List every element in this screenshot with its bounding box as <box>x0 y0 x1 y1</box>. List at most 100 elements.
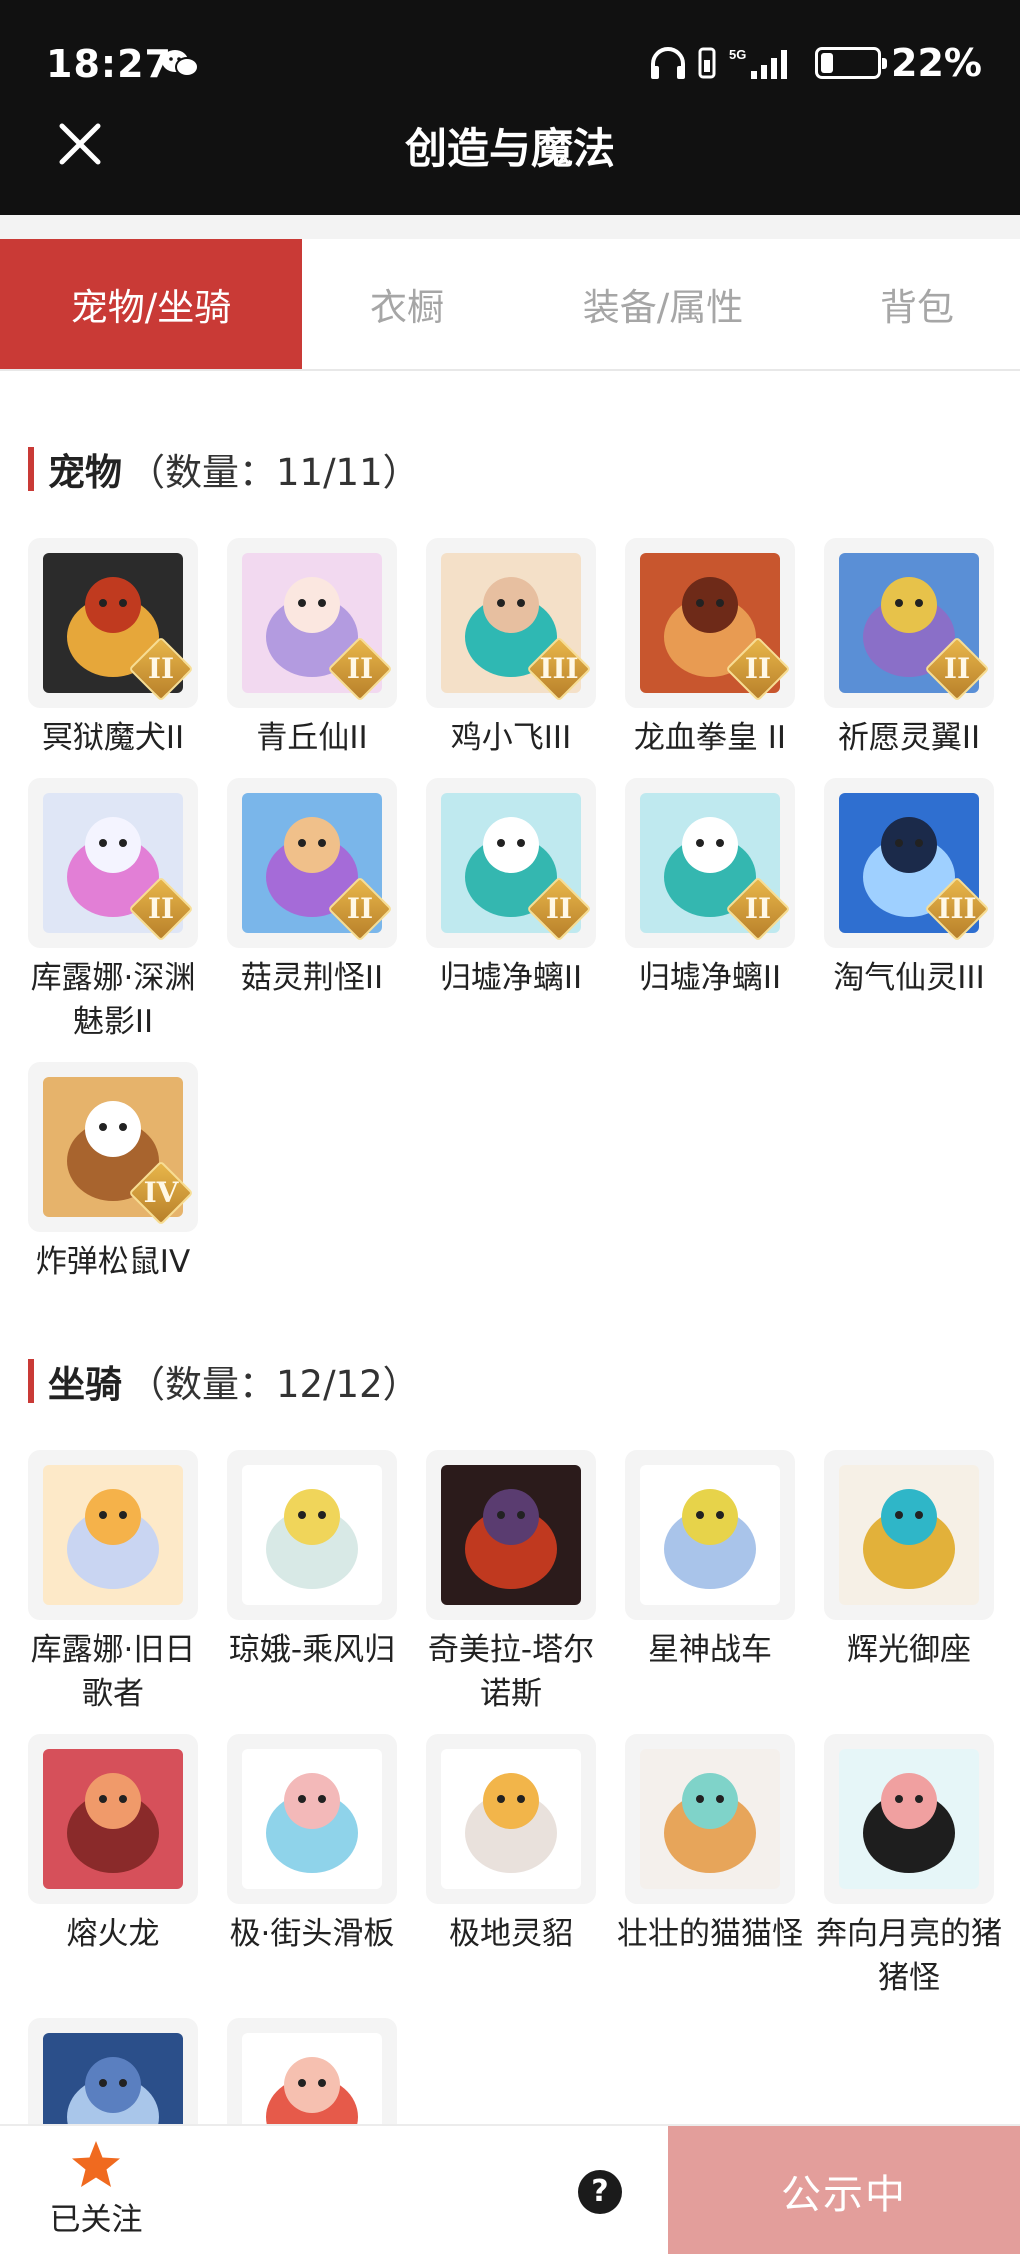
battery-icon <box>815 47 888 79</box>
pets-item[interactable]: II 归墟净螭II <box>625 778 795 1044</box>
mounts-item[interactable]: 熔火龙 <box>28 1734 198 2000</box>
page-title: 创造与魔法 <box>404 124 615 173</box>
tier-badge-label: III <box>539 652 579 685</box>
pets-section-header: 宠物 （数量：11/11） <box>28 445 420 494</box>
pets-name: 菇灵荆怪II <box>240 960 384 996</box>
mounts-image <box>640 1465 780 1605</box>
pets-item[interactable]: II 冥狱魔犬II <box>28 538 198 760</box>
tab-bar: 宠物/坐骑 衣橱 装备/属性 背包 <box>0 239 1020 371</box>
section-accent-bar <box>28 1359 34 1403</box>
bottom-bar: 已关注 ? 公示中 <box>0 2124 1020 2254</box>
tier-badge-label: II <box>744 892 772 925</box>
pets-item[interactable]: IV 炸弹松鼠IV <box>28 1062 198 1284</box>
mounts-thumbnail[interactable] <box>227 1734 397 1904</box>
star-icon <box>72 2141 120 2187</box>
pets-thumbnail[interactable]: III <box>824 778 994 948</box>
mounts-item[interactable]: 星神战车 <box>625 1450 795 1716</box>
mounts-image <box>441 1749 581 1889</box>
mounts-image <box>242 1465 382 1605</box>
pets-item[interactable]: II 菇灵荆怪II <box>227 778 397 1044</box>
tier-badge-label: II <box>545 892 573 925</box>
pets-thumbnail[interactable]: II <box>227 778 397 948</box>
pets-thumbnail[interactable]: II <box>426 778 596 948</box>
pets-thumbnail[interactable]: II <box>625 778 795 948</box>
mounts-thumbnail[interactable] <box>824 1450 994 1620</box>
battery-percent: 22% <box>891 41 982 85</box>
tier-badge-label: III <box>937 892 977 925</box>
section-title: 坐骑 <box>48 1363 122 1406</box>
pets-name: 祈愿灵翼II <box>837 720 981 756</box>
divider <box>0 215 1020 239</box>
network-type: 5G <box>729 47 746 62</box>
pets-name: 炸弹松鼠IV <box>35 1244 191 1280</box>
pets-name: 归墟净螭II <box>439 960 583 996</box>
mounts-item[interactable]: 极地灵貂 <box>426 1734 596 2000</box>
pets-item[interactable]: II 祈愿灵翼II <box>824 538 994 760</box>
tier-badge-label: II <box>346 652 374 685</box>
mounts-item[interactable]: 琼娥-乘风归 <box>227 1450 397 1716</box>
mounts-name: 壮壮的猫猫怪 <box>617 1916 803 1952</box>
mounts-name: 星神战车 <box>648 1632 772 1668</box>
mounts-image <box>441 1465 581 1605</box>
mounts-name: 琼娥-乘风归 <box>228 1632 396 1668</box>
mounts-image <box>242 1749 382 1889</box>
mounts-name: 奔向月亮的猪猪怪 <box>816 1916 1002 1996</box>
tier-badge-label: II <box>943 652 971 685</box>
tab-equipment[interactable]: 装备/属性 <box>512 239 814 369</box>
pets-item[interactable]: II 龙血拳皇 II <box>625 538 795 760</box>
mounts-thumbnail[interactable] <box>824 1734 994 1904</box>
tier-badge-label: II <box>147 892 175 925</box>
pets-name: 淘气仙灵III <box>833 960 985 996</box>
mounts-image <box>839 1465 979 1605</box>
section-accent-bar <box>28 447 34 491</box>
help-icon[interactable]: ? <box>578 2170 622 2214</box>
mounts-item[interactable]: 奇美拉-塔尔诺斯 <box>426 1450 596 1716</box>
mounts-name: 奇美拉-塔尔诺斯 <box>427 1632 595 1712</box>
mounts-thumbnail[interactable] <box>28 1734 198 1904</box>
vibrate-icon <box>698 47 716 79</box>
mounts-thumbnail[interactable] <box>227 1450 397 1620</box>
section-title: 宠物 <box>48 451 122 494</box>
pets-item[interactable]: II 青丘仙II <box>227 538 397 760</box>
pets-name: 库露娜·深渊魅影II <box>30 960 196 1040</box>
mounts-item[interactable]: 库露娜·旧日歌者 <box>28 1450 198 1716</box>
pets-name: 鸡小飞III <box>450 720 572 756</box>
mounts-section-header: 坐骑 （数量：12/12） <box>28 1357 420 1406</box>
pets-thumbnail[interactable]: II <box>28 538 198 708</box>
pets-thumbnail[interactable]: II <box>625 538 795 708</box>
pets-thumbnail[interactable]: II <box>824 538 994 708</box>
mounts-item[interactable]: 壮壮的猫猫怪 <box>617 1734 803 2000</box>
pets-item[interactable]: III 鸡小飞III <box>426 538 596 760</box>
mounts-image <box>43 1465 183 1605</box>
pets-thumbnail[interactable]: II <box>227 538 397 708</box>
pets-thumbnail[interactable]: II <box>28 778 198 948</box>
mounts-item[interactable]: 极·街头滑板 <box>227 1734 397 2000</box>
section-count: （数量：12/12） <box>128 1363 420 1406</box>
mounts-name: 库露娜·旧日歌者 <box>30 1632 196 1712</box>
publish-status-button[interactable]: 公示中 <box>668 2126 1020 2254</box>
mounts-grid: 库露娜·旧日歌者 琼娥-乘风归 奇美拉-塔尔诺斯 星神战车 辉光御座熔火龙 极·街头滑板 极… <box>28 1450 1002 2188</box>
mounts-thumbnail[interactable] <box>426 1450 596 1620</box>
pets-thumbnail[interactable]: III <box>426 538 596 708</box>
mounts-thumbnail[interactable] <box>426 1734 596 1904</box>
signal-icon: 5G <box>729 47 788 79</box>
mounts-thumbnail[interactable] <box>625 1734 795 1904</box>
pets-name: 青丘仙II <box>256 720 368 756</box>
mounts-thumbnail[interactable] <box>28 1450 198 1620</box>
tab-pets-mounts[interactable]: 宠物/坐骑 <box>0 239 302 369</box>
pets-item[interactable]: III 淘气仙灵III <box>824 778 994 1044</box>
mounts-item[interactable]: 奔向月亮的猪猪怪 <box>816 1734 1002 2000</box>
follow-label: 已关注 <box>49 2202 143 2238</box>
follow-button[interactable]: 已关注 <box>46 2134 146 2239</box>
section-count: （数量：11/11） <box>128 451 420 494</box>
mounts-item[interactable]: 辉光御座 <box>824 1450 994 1716</box>
mounts-thumbnail[interactable] <box>625 1450 795 1620</box>
pets-thumbnail[interactable]: IV <box>28 1062 198 1232</box>
tab-backpack[interactable]: 背包 <box>814 239 1020 369</box>
pets-item[interactable]: II 归墟净螭II <box>426 778 596 1044</box>
tier-badge-label: IV <box>143 1176 179 1209</box>
pets-item[interactable]: II 库露娜·深渊魅影II <box>28 778 198 1044</box>
tab-wardrobe[interactable]: 衣橱 <box>302 239 512 369</box>
pets-name: 冥狱魔犬II <box>41 720 185 756</box>
pets-name: 归墟净螭II <box>638 960 782 996</box>
